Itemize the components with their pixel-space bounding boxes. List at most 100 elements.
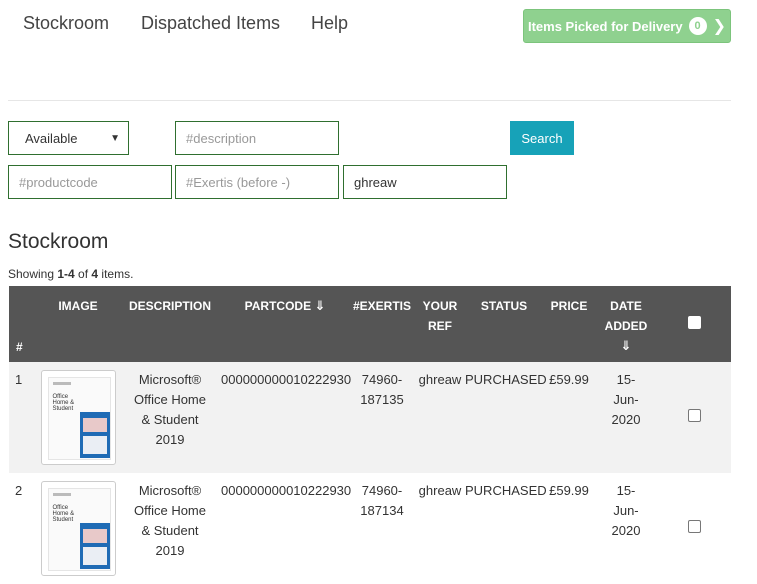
description-input[interactable] bbox=[175, 121, 339, 155]
row-price: £59.99 bbox=[543, 473, 595, 584]
row-partcode: 000000000010222930 bbox=[221, 362, 351, 473]
chevron-down-icon: ▼ bbox=[110, 132, 120, 144]
row-num: 1 bbox=[9, 362, 37, 473]
results-summary: Showing 1-4 of 4 items. bbox=[8, 267, 133, 281]
col-header-exertis[interactable]: #EXERTIS bbox=[349, 286, 415, 362]
stock-table: # IMAGE DESCRIPTION PARTCODE ⇓ #EXERTIS … bbox=[9, 286, 731, 584]
row-select-checkbox[interactable] bbox=[687, 408, 701, 422]
microsoft-logo-icon bbox=[52, 382, 71, 385]
col-header-image-label: IMAGE bbox=[58, 299, 98, 313]
col-header-partcode-label: PARTCODE bbox=[244, 299, 312, 313]
table-row: 2 Office Home & Student Microsoft® Office H… bbox=[9, 473, 731, 584]
exertis-l2: 187135 bbox=[360, 392, 404, 407]
col-header-date-l1: DATE bbox=[610, 299, 642, 313]
row-exertis: 74960- 187135 bbox=[349, 362, 415, 473]
box-panel bbox=[79, 412, 110, 458]
col-header-select-all[interactable] bbox=[657, 286, 731, 362]
product-thumbnail[interactable]: Office Home & Student bbox=[40, 481, 116, 576]
date-l2: Jun- bbox=[613, 503, 639, 518]
box-panel bbox=[79, 523, 110, 569]
date-l1: 15- bbox=[616, 483, 636, 498]
summary-prefix: Showing bbox=[8, 267, 58, 281]
col-header-status-label: STATUS bbox=[480, 299, 528, 313]
items-picked-label: Items Picked for Delivery bbox=[527, 18, 683, 34]
productcode-input[interactable] bbox=[8, 165, 172, 199]
summary-suffix: items. bbox=[98, 267, 134, 281]
chevron-right-icon: ❯ bbox=[712, 18, 727, 35]
select-all-checkbox[interactable] bbox=[687, 316, 701, 329]
status-select[interactable]: Available ▼ bbox=[8, 121, 129, 155]
row-image-cell: Office Home & Student bbox=[37, 362, 119, 473]
row-num: 2 bbox=[9, 473, 37, 584]
row-status: PURCHASED bbox=[465, 473, 547, 584]
col-header-date-added[interactable]: DATE ADDED ⇓ bbox=[595, 286, 657, 362]
col-header-image: IMAGE bbox=[37, 286, 119, 362]
date-l1: 15- bbox=[616, 372, 636, 387]
desc-l1: Microsoft® bbox=[138, 372, 202, 387]
items-picked-button[interactable]: Items Picked for Delivery 0 ❯ bbox=[523, 9, 731, 43]
thumb-text-3: Student bbox=[52, 517, 74, 523]
desc-l3: & Student bbox=[141, 523, 199, 538]
panel-image bbox=[82, 418, 107, 432]
row-image-cell: Office Home & Student bbox=[37, 473, 119, 584]
row-description: Microsoft® Office Home & Student 2019 bbox=[119, 362, 221, 473]
col-header-ref-l2: REF bbox=[428, 319, 452, 333]
desc-l4: 2019 bbox=[155, 432, 185, 447]
search-button[interactable]: Search bbox=[510, 121, 574, 155]
row-date-added: 15- Jun- 2020 bbox=[595, 362, 657, 473]
date-l3: 2020 bbox=[611, 523, 641, 538]
row-price: £59.99 bbox=[543, 362, 595, 473]
nav-stockroom[interactable]: Stockroom bbox=[23, 13, 109, 34]
col-header-price[interactable]: PRICE bbox=[543, 286, 595, 362]
row-ref: ghreaw bbox=[415, 473, 465, 584]
table-row: 1 Office Home & Student Microsoft® Office H… bbox=[9, 362, 731, 473]
col-header-ref[interactable]: YOUR REF bbox=[415, 286, 465, 362]
sort-icon: ⇓ bbox=[620, 338, 632, 353]
row-status: PURCHASED bbox=[465, 362, 547, 473]
row-select-cell bbox=[657, 362, 731, 473]
microsoft-logo-icon bbox=[52, 493, 71, 496]
col-header-description[interactable]: DESCRIPTION bbox=[119, 286, 221, 362]
exertis-l2: 187134 bbox=[360, 503, 404, 518]
summary-range: 1-4 bbox=[57, 267, 75, 281]
desc-l1: Microsoft® bbox=[138, 483, 202, 498]
product-box-image: Office Home & Student bbox=[47, 377, 111, 460]
section-title: Stockroom bbox=[8, 230, 109, 253]
desc-l3: & Student bbox=[141, 412, 199, 427]
date-l3: 2020 bbox=[611, 412, 641, 427]
row-partcode: 000000000010222930 bbox=[221, 473, 351, 584]
exertis-input[interactable] bbox=[175, 165, 339, 199]
row-exertis: 74960- 187134 bbox=[349, 473, 415, 584]
product-box-image: Office Home & Student bbox=[47, 488, 111, 571]
col-header-exertis-label: #EXERTIS bbox=[352, 299, 412, 313]
col-header-description-label: DESCRIPTION bbox=[128, 299, 211, 313]
top-nav: Stockroom Dispatched Items Help Items Pi… bbox=[0, 0, 757, 52]
row-select-checkbox[interactable] bbox=[687, 519, 701, 533]
row-description: Microsoft® Office Home & Student 2019 bbox=[119, 473, 221, 584]
row-select-cell bbox=[657, 473, 731, 584]
row-date-added: 15- Jun- 2020 bbox=[595, 473, 657, 584]
status-select-value: Available bbox=[25, 130, 78, 146]
col-header-ref-l1: YOUR bbox=[422, 299, 458, 313]
exertis-l1: 74960- bbox=[361, 372, 403, 387]
col-header-partcode[interactable]: PARTCODE ⇓ bbox=[221, 286, 349, 362]
col-header-price-label: PRICE bbox=[550, 299, 588, 313]
desc-l4: 2019 bbox=[155, 543, 185, 558]
thumb-caption: Office Home & Student bbox=[53, 505, 75, 523]
sort-icon: ⇓ bbox=[314, 298, 326, 313]
row-ref: ghreaw bbox=[415, 362, 465, 473]
desc-l2: Office Home bbox=[133, 392, 206, 407]
product-thumbnail[interactable]: Office Home & Student bbox=[40, 370, 116, 465]
ref-input[interactable] bbox=[343, 165, 507, 199]
panel-strip bbox=[82, 436, 107, 454]
items-picked-count-badge: 0 bbox=[688, 17, 707, 35]
thumb-caption: Office Home & Student bbox=[53, 394, 75, 412]
exertis-l1: 74960- bbox=[361, 483, 403, 498]
nav-help[interactable]: Help bbox=[311, 13, 348, 34]
desc-l2: Office Home bbox=[133, 503, 206, 518]
col-header-num: # bbox=[9, 286, 37, 362]
panel-strip bbox=[82, 547, 107, 565]
nav-dispatched-items[interactable]: Dispatched Items bbox=[141, 13, 280, 34]
col-header-date-l2: ADDED bbox=[604, 319, 648, 333]
col-header-status[interactable]: STATUS bbox=[465, 286, 543, 362]
